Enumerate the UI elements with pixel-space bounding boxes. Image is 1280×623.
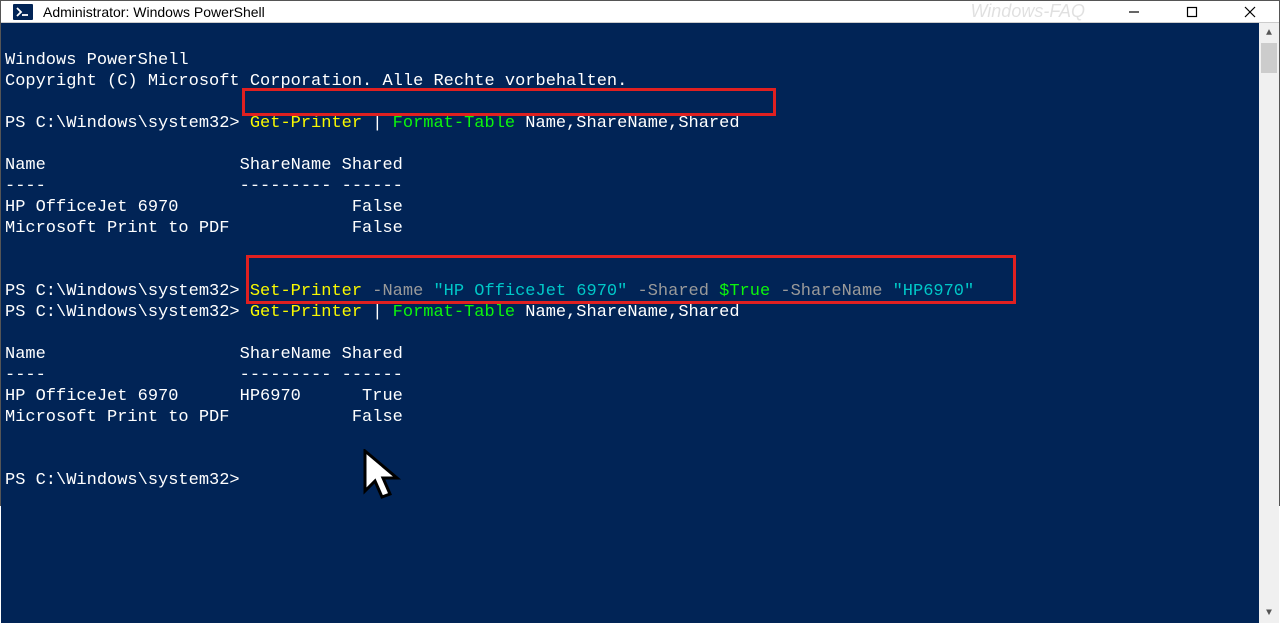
- table-header: Name ShareName Shared: [5, 345, 403, 364]
- param-value: "HP6970": [893, 282, 975, 301]
- table-header: Name ShareName Shared: [5, 156, 403, 175]
- banner-line: Copyright (C) Microsoft Corporation. All…: [5, 72, 627, 91]
- powershell-icon: [13, 2, 33, 22]
- prompt: PS C:\Windows\system32>: [5, 303, 250, 322]
- scroll-up-button[interactable]: ▲: [1259, 23, 1279, 43]
- cmdlet: Format-Table: [393, 114, 526, 133]
- cmdlet: Set-Printer: [250, 282, 372, 301]
- scrollbar-thumb[interactable]: [1261, 43, 1277, 73]
- watermark-text: Windows-FAQ: [970, 1, 1085, 22]
- table-row: Microsoft Print to PDF False: [5, 408, 403, 427]
- maximize-button[interactable]: [1163, 1, 1221, 22]
- cmdlet: Get-Printer: [250, 303, 372, 322]
- prompt: PS C:\Windows\system32>: [5, 282, 250, 301]
- args: Name,ShareName,Shared: [525, 114, 739, 133]
- table-row: HP OfficeJet 6970 False: [5, 198, 403, 217]
- titlebar[interactable]: Administrator: Windows PowerShell Window…: [1, 1, 1279, 23]
- prompt: PS C:\Windows\system32>: [5, 471, 250, 490]
- table-row: HP OfficeJet 6970 HP6970 True: [5, 387, 403, 406]
- terminal-output[interactable]: Windows PowerShell Copyright (C) Microso…: [1, 23, 1259, 623]
- args: Name,ShareName,Shared: [525, 303, 739, 322]
- table-divider: ---- --------- ------: [5, 366, 403, 385]
- mouse-cursor-icon: [279, 428, 409, 537]
- banner-line: Windows PowerShell: [5, 51, 189, 70]
- terminal-area: Windows PowerShell Copyright (C) Microso…: [1, 23, 1279, 623]
- window-title: Administrator: Windows PowerShell: [43, 4, 970, 20]
- scrollbar-track[interactable]: [1259, 43, 1279, 603]
- prompt: PS C:\Windows\system32>: [5, 114, 250, 133]
- window-controls: [1105, 1, 1279, 22]
- table-divider: ---- --------- ------: [5, 177, 403, 196]
- scrollbar[interactable]: ▲ ▼: [1259, 23, 1279, 623]
- cmdlet: Format-Table: [393, 303, 526, 322]
- param-flag: -ShareName: [780, 282, 892, 301]
- cmdlet: Get-Printer: [250, 114, 372, 133]
- param-flag: -Name: [372, 282, 433, 301]
- powershell-window: Administrator: Windows PowerShell Window…: [0, 0, 1280, 506]
- param-value: "HP OfficeJet 6970": [433, 282, 637, 301]
- param-flag: -Shared: [638, 282, 720, 301]
- close-button[interactable]: [1221, 1, 1279, 22]
- highlight-box-1: [242, 88, 776, 116]
- minimize-button[interactable]: [1105, 1, 1163, 22]
- param-value: $True: [719, 282, 780, 301]
- table-row: Microsoft Print to PDF False: [5, 219, 403, 238]
- pipe: |: [372, 114, 392, 133]
- scroll-down-button[interactable]: ▼: [1259, 603, 1279, 623]
- pipe: |: [372, 303, 392, 322]
